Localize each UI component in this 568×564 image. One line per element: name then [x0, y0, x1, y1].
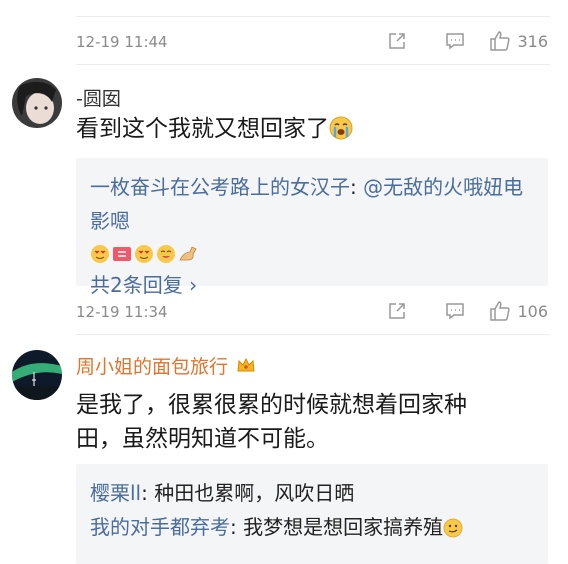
avatar[interactable] — [12, 78, 62, 128]
emoji-row — [90, 236, 534, 270]
timestamp: 12-19 11:44 — [76, 33, 168, 51]
divider — [76, 16, 550, 17]
reply-author[interactable]: 一枚奋斗在公考路上的女汉子 — [90, 175, 350, 199]
reply-line: 樱栗ll: 种田也累啊，风吹日晒 — [90, 481, 355, 505]
heart-eyes-face-icon — [157, 245, 175, 263]
reply-line: 一枚奋斗在公考路上的女汉子: @无敌的火哦妞电影嗯 — [90, 175, 524, 233]
comment-meta: 12-19 11:44 316 — [76, 30, 548, 56]
crying-face-icon — [329, 116, 353, 140]
comment-meta: 12-19 11:34 106 — [76, 300, 548, 326]
view-more-replies-link[interactable]: 共2条回复 › — [90, 268, 534, 302]
divider — [76, 64, 550, 65]
crown-icon — [237, 357, 255, 372]
thumbs-up-icon — [490, 301, 511, 321]
comment-author[interactable]: 周小姐的面包旅行 — [76, 352, 256, 379]
comment-icon — [446, 303, 465, 320]
timestamp: 12-19 11:34 — [76, 303, 168, 321]
like-button[interactable]: 316 — [489, 30, 548, 52]
comment-author[interactable]: -圆囡 — [76, 84, 121, 111]
comment-text: 是我了，很累很累的时候就想着回家种 田，虽然明知道不可能。 — [76, 392, 467, 452]
replies-box: 樱栗ll: 种田也累啊，风吹日晒 我的对手都弃考: 我梦想是想回家搞养殖 — [76, 464, 548, 564]
comment-actions: 316 — [387, 30, 548, 52]
like-count: 316 — [517, 31, 548, 51]
replies-box: 一枚奋斗在公考路上的女汉子: @无敌的火哦妞电影嗯 共2条回复 › — [76, 158, 548, 297]
like-button[interactable]: 106 — [489, 300, 548, 322]
thumbs-up-icon — [490, 31, 511, 51]
share-icon — [389, 33, 406, 49]
comment-icon — [446, 33, 465, 50]
avatar[interactable] — [12, 350, 62, 400]
reply-author[interactable]: 樱栗ll — [90, 481, 141, 505]
smirk-face-icon — [443, 518, 463, 538]
flexed-arm-icon — [179, 246, 197, 261]
reply-line: 我的对手都弃考: 我梦想是想回家搞养殖 — [90, 510, 534, 544]
love-tag-icon — [113, 247, 131, 261]
reply-button[interactable] — [445, 301, 465, 321]
comment-text: 看到这个我就又想回家了 — [76, 112, 546, 146]
share-button[interactable] — [387, 301, 407, 321]
reply-button[interactable] — [445, 31, 465, 51]
share-button[interactable] — [387, 31, 407, 51]
share-icon — [389, 303, 406, 319]
like-count: 106 — [517, 301, 548, 321]
heart-eyes-face-icon — [91, 245, 109, 263]
comment-actions: 106 — [387, 300, 548, 322]
avatar-image — [12, 350, 62, 400]
heart-eyes-face-icon — [135, 245, 153, 263]
avatar-image — [12, 78, 62, 128]
reply-author[interactable]: 我的对手都弃考 — [90, 515, 230, 539]
divider — [76, 334, 550, 335]
